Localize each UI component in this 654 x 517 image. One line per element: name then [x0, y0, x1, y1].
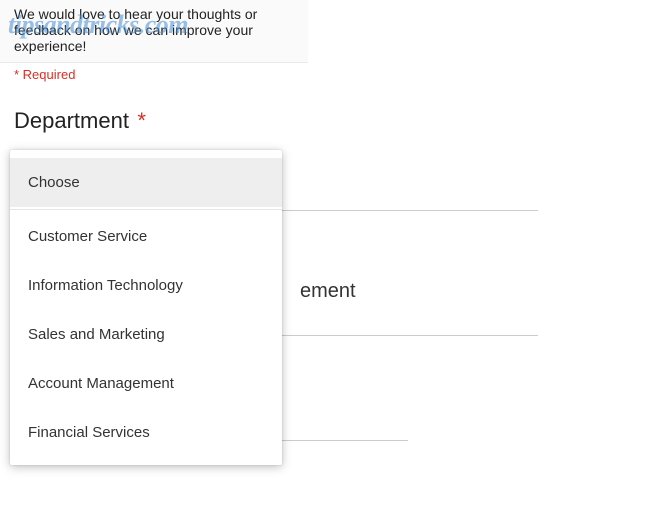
question-block: Department * — [0, 90, 654, 134]
dropdown-option[interactable]: Account Management — [10, 359, 282, 408]
dropdown-option[interactable]: Sales and Marketing — [10, 310, 282, 359]
dropdown-option[interactable]: Information Technology — [10, 261, 282, 310]
required-note: * Required — [0, 63, 654, 90]
dropdown-option[interactable]: Customer Service — [10, 212, 282, 261]
required-star: * — [137, 108, 146, 133]
background-partial-text: ement — [300, 280, 356, 303]
question-label: Department — [14, 108, 129, 133]
dropdown-separator — [10, 209, 282, 210]
dropdown-option[interactable]: Financial Services — [10, 408, 282, 457]
dropdown-option-placeholder[interactable]: Choose — [10, 158, 282, 207]
department-dropdown-menu: Choose Customer Service Information Tech… — [10, 150, 282, 465]
form-description: We would love to hear your thoughts or f… — [0, 0, 308, 56]
form-description-block: We would love to hear your thoughts or f… — [0, 0, 308, 63]
